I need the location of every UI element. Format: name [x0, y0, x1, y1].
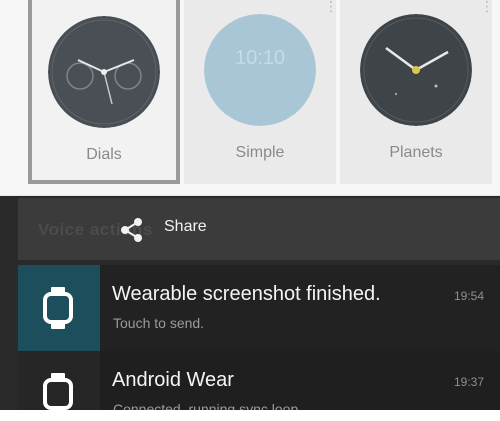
watch-face-card-dials[interactable]: Dials: [28, 0, 180, 184]
watch-face-card-simple[interactable]: 10:10 Simple ⋮: [184, 0, 338, 184]
notification-screenshot-finished[interactable]: Wearable screenshot finished. Touch to s…: [18, 265, 500, 351]
dials-watch-face-preview: [48, 16, 160, 128]
watch-icon: [43, 287, 73, 329]
more-options-icon[interactable]: ⋮: [480, 0, 494, 22]
share-icon[interactable]: [118, 216, 146, 244]
watch-face-gallery: Dials 10:10 Simple ⋮ Planets ⋮: [0, 0, 500, 196]
notification-time: 19:54: [453, 289, 484, 303]
planets-watch-face-preview: [360, 14, 472, 126]
more-options-icon[interactable]: ⋮: [324, 0, 338, 22]
notification-title: Wearable screenshot finished.: [112, 283, 381, 305]
share-label[interactable]: Share: [164, 218, 207, 236]
watch-face-label: Simple: [235, 144, 285, 161]
simple-face-time: 10:10: [235, 47, 285, 69]
watch-icon: [43, 373, 73, 415]
watch-face-label: Dials: [86, 146, 122, 163]
watch-face-card-planets[interactable]: Planets ⋮: [340, 0, 494, 184]
notification-subtitle: Touch to send.: [113, 315, 205, 331]
notification-icon-box: [18, 265, 100, 351]
watch-face-label: Planets: [389, 144, 443, 161]
simple-watch-face-preview: 10:10: [204, 14, 316, 126]
bottom-edge: [0, 410, 500, 421]
notification-time: 19:37: [453, 375, 484, 389]
notification-title: Android Wear: [112, 369, 234, 391]
share-action-bar[interactable]: Voice actions Share: [18, 198, 500, 260]
